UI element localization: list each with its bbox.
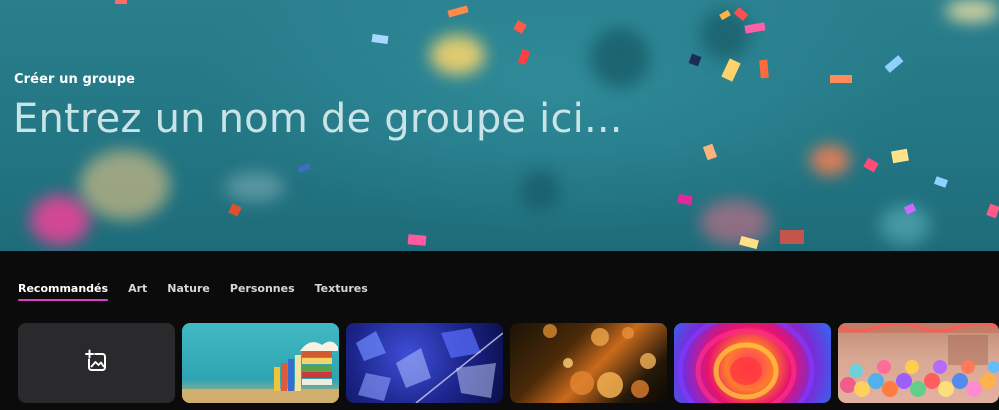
tab-recommandes[interactable]: Recommandés <box>18 282 109 301</box>
thumbnail-crystals[interactable] <box>346 323 503 403</box>
bokeh-blob <box>590 28 650 88</box>
confetti-piece <box>759 59 769 79</box>
confetti-piece <box>884 55 904 73</box>
bokeh-blob <box>30 195 90 245</box>
confetti-piece <box>830 75 852 83</box>
bokeh-blob <box>810 145 850 175</box>
thumbnail-books[interactable] <box>182 323 339 403</box>
confetti-piece <box>933 176 949 188</box>
tab-nature[interactable]: Nature <box>167 282 210 300</box>
confetti-piece <box>115 0 127 4</box>
confetti-piece <box>677 193 693 206</box>
bokeh-blob <box>430 35 485 75</box>
confetti-piece <box>228 203 242 217</box>
bokeh-blob <box>520 170 560 210</box>
hero-subtitle: Créer un groupe <box>14 72 136 87</box>
confetti-piece <box>517 49 531 65</box>
category-tabs: Recommandés Art Nature Personnes Texture… <box>18 282 388 302</box>
bokeh-blob <box>225 172 285 202</box>
confetti-piece <box>297 163 311 173</box>
bokeh-blob <box>945 0 999 22</box>
hero-banner: Créer un groupe Entrez un nom de groupe … <box>0 0 999 251</box>
tab-art[interactable]: Art <box>128 282 147 300</box>
thumbnail-swirl[interactable] <box>674 323 831 403</box>
confetti-piece <box>780 230 804 244</box>
thumbnail-balloons[interactable] <box>838 323 999 403</box>
add-image-button[interactable] <box>18 323 175 403</box>
confetti-piece <box>986 203 999 219</box>
confetti-piece <box>863 157 879 173</box>
confetti-piece <box>891 148 909 164</box>
confetti-piece <box>407 234 427 246</box>
group-name-input[interactable]: Entrez un nom de groupe ici... <box>13 96 623 142</box>
add-image-icon <box>84 348 110 378</box>
bokeh-blob <box>700 200 770 245</box>
confetti-piece <box>702 143 718 161</box>
confetti-piece <box>371 33 389 45</box>
confetti-piece <box>721 58 741 82</box>
tab-textures[interactable]: Textures <box>315 282 368 300</box>
tab-personnes[interactable]: Personnes <box>230 282 295 300</box>
thumbnail-bubbles[interactable] <box>510 323 667 403</box>
confetti-piece <box>688 53 702 67</box>
confetti-piece <box>447 5 469 18</box>
bokeh-blob <box>80 150 170 220</box>
confetti-piece <box>513 20 527 34</box>
